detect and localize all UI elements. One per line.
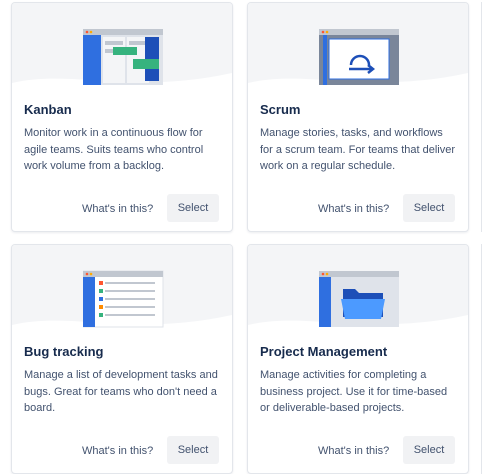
folder-icon [319, 271, 399, 327]
scrum-cycle-icon [319, 29, 399, 85]
whats-in-this-link[interactable]: What's in this? [82, 203, 153, 215]
template-card-bug-tracking[interactable]: Bug tracking Manage a list of developmen… [11, 244, 233, 474]
template-card-kanban[interactable]: Kanban Monitor work in a continuous flow… [11, 2, 233, 232]
template-card-project-management[interactable]: Project Management Manage activities for… [247, 244, 469, 474]
whats-in-this-link[interactable]: What's in this? [82, 445, 153, 457]
select-button[interactable]: Select [167, 194, 219, 222]
card-title: Scrum [260, 102, 301, 117]
card-title: Project Management [260, 344, 388, 359]
card-description: Monitor work in a continuous flow for ag… [24, 127, 204, 172]
card-description: Manage stories, tasks, and workflows for… [260, 127, 456, 172]
card-description: Manage activities for completing a busin… [260, 369, 448, 414]
whats-in-this-link[interactable]: What's in this? [318, 203, 389, 215]
template-card-scrum[interactable]: Scrum Manage stories, tasks, and workflo… [247, 2, 469, 232]
card-title: Kanban [24, 102, 72, 117]
kanban-board-icon [83, 29, 163, 85]
card-description: Manage a list of development tasks and b… [24, 369, 218, 414]
select-button[interactable]: Select [403, 436, 455, 464]
select-button[interactable]: Select [403, 194, 455, 222]
card-title: Bug tracking [24, 344, 104, 359]
whats-in-this-link[interactable]: What's in this? [318, 445, 389, 457]
select-button[interactable]: Select [167, 436, 219, 464]
bug-list-icon [83, 270, 164, 328]
